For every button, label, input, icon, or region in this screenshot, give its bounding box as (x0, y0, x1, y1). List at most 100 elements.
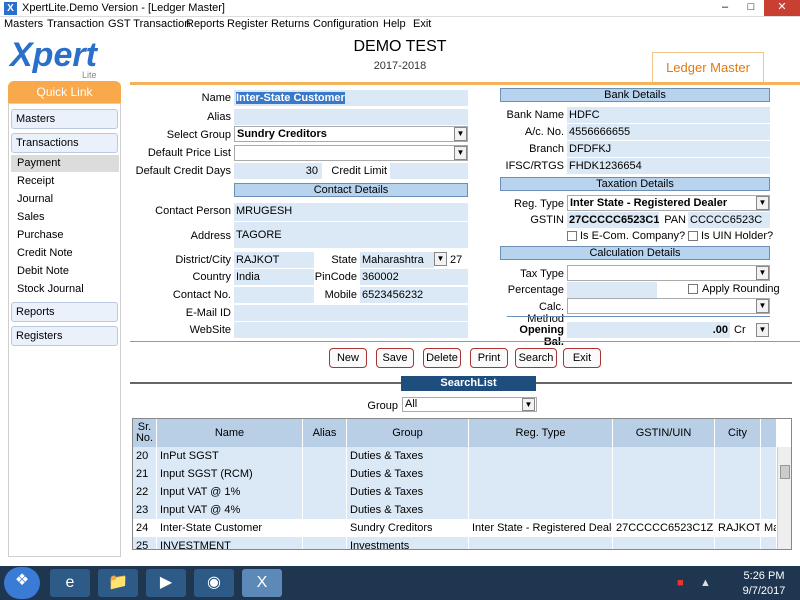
bank-name-field[interactable]: HDFC (567, 107, 770, 123)
clock-time[interactable]: 5:26 PM (740, 570, 788, 582)
sidebar-item-receipt[interactable]: Receipt (15, 173, 115, 190)
sidebar-item-stock-journal[interactable]: Stock Journal (15, 281, 115, 298)
sidebar-item-credit-note[interactable]: Credit Note (15, 245, 115, 262)
website-field[interactable] (234, 322, 468, 338)
menu-help[interactable]: Help (383, 18, 406, 30)
percentage-field[interactable] (567, 282, 657, 298)
calc-method-chevron-down-icon[interactable]: ▼ (756, 299, 769, 313)
city-field[interactable]: RAJKOT (234, 252, 314, 268)
sidebar-registers[interactable]: Registers (11, 326, 118, 346)
menu-reports[interactable]: Reports (186, 18, 225, 30)
menu-masters[interactable]: Masters (4, 18, 43, 30)
scrollbar-thumb[interactable] (780, 465, 790, 479)
menu-register[interactable]: Register (227, 18, 268, 30)
network-icon[interactable]: ▲ (700, 577, 711, 589)
name-field[interactable]: Inter-State Customer (234, 90, 468, 106)
select-group-dropdown[interactable]: Sundry Creditors (234, 126, 468, 142)
ie-icon[interactable]: e (50, 569, 90, 597)
pincode-field[interactable]: 360002 (360, 269, 468, 285)
tax-type-dropdown[interactable] (567, 265, 770, 281)
menu-configuration[interactable]: Configuration (313, 18, 378, 30)
chrome-icon[interactable]: ◉ (194, 569, 234, 597)
table-row[interactable]: 25 INVESTMENT Investments (133, 537, 791, 549)
branch-field[interactable]: DFDFKJ (567, 141, 770, 157)
start-button[interactable]: ❖ (4, 567, 40, 599)
sidebar-item-purchase[interactable]: Purchase (15, 227, 115, 244)
print-button[interactable]: Print (470, 348, 508, 368)
table-row[interactable]: 21 Input SGST (RCM) Duties & Taxes (133, 465, 791, 483)
table-row[interactable]: 24 Inter-State Customer Sundry Creditors In… (133, 519, 791, 537)
col-group[interactable]: Group (347, 419, 469, 447)
contact-no-field[interactable] (234, 287, 314, 303)
table-cell: Input VAT @ 1% (157, 483, 303, 501)
save-button[interactable]: Save (376, 348, 414, 368)
col-city[interactable]: City (715, 419, 761, 447)
menu-returns[interactable]: Returns (271, 18, 310, 30)
close-button[interactable]: ✕ (764, 0, 800, 16)
reg-type-dropdown[interactable]: Inter State - Registered Dealer (567, 195, 770, 211)
menu-exit[interactable]: Exit (413, 18, 431, 30)
table-cell (715, 465, 761, 483)
sidebar-reports[interactable]: Reports (11, 302, 118, 322)
tax-type-chevron-down-icon[interactable]: ▼ (756, 266, 769, 280)
col-gstin[interactable]: GSTIN/UIN (613, 419, 715, 447)
gstin-field[interactable]: 27CCCCC6523C1Z5 (567, 212, 659, 228)
credit-days-field[interactable]: 30 (234, 163, 322, 179)
uin-checkbox[interactable] (688, 231, 698, 241)
search-group-chevron-down-icon[interactable]: ▼ (522, 398, 535, 411)
ecom-checkbox[interactable] (567, 231, 577, 241)
calc-method-dropdown[interactable] (567, 298, 770, 314)
grid-scrollbar[interactable] (777, 447, 791, 549)
address-field[interactable]: TAGORE (234, 222, 468, 248)
sidebar-item-journal[interactable]: Journal (15, 191, 115, 208)
table-row[interactable]: 20 InPut SGST Duties & Taxes (133, 447, 791, 465)
state-field[interactable]: Maharashtra (360, 252, 434, 268)
table-row[interactable]: 23 Input VAT @ 4% Duties & Taxes (133, 501, 791, 519)
search-group-dropdown[interactable]: All (402, 397, 537, 412)
col-name[interactable]: Name (157, 419, 303, 447)
email-field[interactable] (234, 305, 468, 321)
opening-balance-field[interactable]: .00 (567, 322, 730, 338)
tab-ledger-master[interactable]: Ledger Master (652, 52, 764, 82)
account-no-field[interactable]: 4556666655 (567, 124, 770, 140)
sidebar-transactions[interactable]: Transactions (11, 133, 118, 153)
price-list-dropdown[interactable] (234, 145, 468, 161)
mobile-field[interactable]: 6523456232 (360, 287, 468, 303)
price-list-chevron-down-icon[interactable]: ▼ (454, 146, 467, 160)
sidebar-item-debit-note[interactable]: Debit Note (15, 263, 115, 280)
reg-type-chevron-down-icon[interactable]: ▼ (756, 196, 769, 210)
state-chevron-down-icon[interactable]: ▼ (434, 252, 447, 266)
select-group-chevron-down-icon[interactable]: ▼ (454, 127, 467, 141)
folder-icon[interactable]: 📁 (98, 569, 138, 597)
clock-date[interactable]: 9/7/2017 (740, 585, 788, 597)
ifsc-field[interactable]: FHDK1236654 (567, 158, 770, 174)
sidebar-item-sales[interactable]: Sales (15, 209, 115, 226)
search-button[interactable]: Search (515, 348, 557, 368)
exit-button[interactable]: Exit (563, 348, 601, 368)
country-field[interactable]: India (234, 269, 314, 285)
speaker-icon[interactable]: ■ (677, 577, 684, 589)
table-row[interactable]: 22 Input VAT @ 1% Duties & Taxes (133, 483, 791, 501)
delete-button[interactable]: Delete (423, 348, 461, 368)
opening-type-value[interactable]: Cr (734, 324, 746, 336)
col-sr-no[interactable]: Sr. No. (133, 419, 157, 447)
new-button[interactable]: New (329, 348, 367, 368)
menu-transaction[interactable]: Transaction (47, 18, 104, 30)
media-player-icon[interactable]: ▶ (146, 569, 186, 597)
sidebar-masters[interactable]: Masters (11, 109, 118, 129)
opening-type-chevron-down-icon[interactable]: ▼ (756, 323, 769, 337)
maximize-button[interactable]: □ (738, 0, 764, 16)
col-reg-type[interactable]: Reg. Type (469, 419, 613, 447)
alias-field[interactable] (234, 109, 468, 125)
contact-person-field[interactable]: MRUGESH (234, 203, 468, 221)
pincode-label: PinCode (314, 271, 357, 283)
xpert-app-icon[interactable]: X (242, 569, 282, 597)
menu-gst-transaction[interactable]: GST Transaction (108, 18, 190, 30)
apply-rounding-checkbox[interactable] (688, 284, 698, 294)
sidebar-item-payment[interactable]: Payment (11, 155, 119, 172)
minimize-button[interactable]: – (712, 0, 738, 16)
pan-label: PAN (664, 214, 686, 226)
credit-limit-field[interactable] (390, 163, 468, 179)
col-alias[interactable]: Alias (303, 419, 347, 447)
pan-field[interactable]: CCCCC6523C (688, 212, 770, 228)
